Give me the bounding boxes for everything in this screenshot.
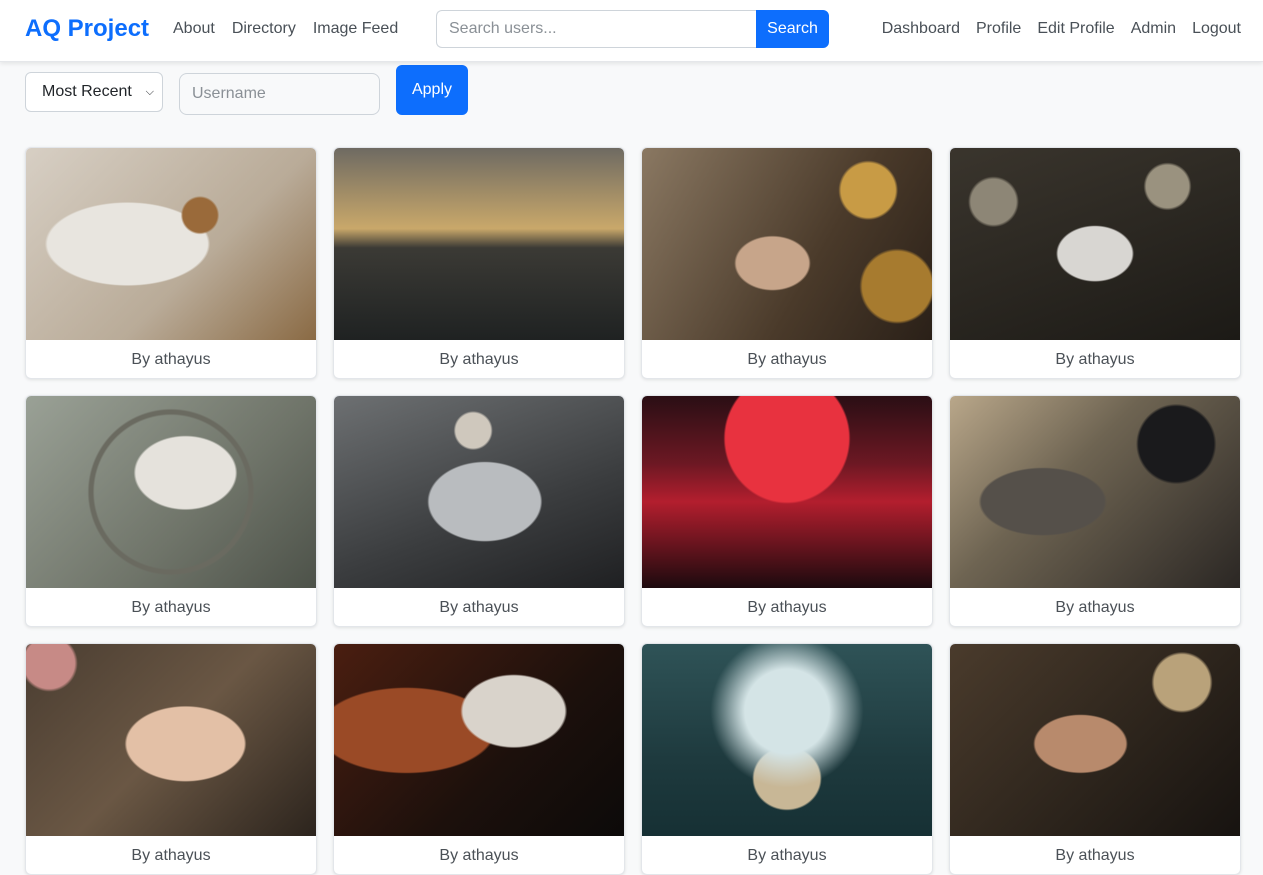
image-card[interactable]: By athayus [949,643,1241,875]
nav-link-dashboard[interactable]: Dashboard [882,18,960,40]
image-caption: By athayus [131,599,211,616]
nav-link-profile[interactable]: Profile [976,18,1021,40]
user-search-form: Search [436,10,829,48]
image-thumbnail[interactable] [26,396,316,588]
image-card[interactable]: By athayus [641,147,933,379]
image-card[interactable]: By athayus [333,395,625,627]
image-card[interactable]: By athayus [333,643,625,875]
image-caption: By athayus [131,351,211,368]
nav-link-logout[interactable]: Logout [1192,18,1241,40]
image-thumbnail[interactable] [334,396,624,588]
nav-link-about[interactable]: About [173,18,215,40]
sort-order-select[interactable]: Most Recent ⌵ [25,72,163,112]
image-caption: By athayus [747,351,827,368]
image-thumbnail[interactable] [642,644,932,836]
search-users-input[interactable] [436,10,756,48]
image-card[interactable]: By athayus [25,147,317,379]
image-thumbnail[interactable] [334,644,624,836]
image-card[interactable]: By athayus [949,147,1241,379]
nav-right-links: Dashboard Profile Edit Profile Admin Log… [866,18,1241,40]
image-feed-grid: By athayus By athayus By athayus By atha… [25,147,1241,875]
image-card[interactable]: By athayus [25,643,317,875]
image-caption: By athayus [747,599,827,616]
image-thumbnail[interactable] [642,396,932,588]
nav-link-edit-profile[interactable]: Edit Profile [1037,18,1114,40]
sort-order-value: Most Recent [42,83,132,100]
image-caption: By athayus [439,599,519,616]
image-caption: By athayus [439,847,519,864]
brand-logo-link[interactable]: AQ Project [25,14,149,44]
username-filter-input[interactable] [179,73,380,115]
image-caption: By athayus [1055,599,1135,616]
image-thumbnail[interactable] [950,148,1240,340]
image-caption: By athayus [747,847,827,864]
nav-left-links: About Directory Image Feed [173,18,415,40]
image-card[interactable]: By athayus [641,395,933,627]
image-card[interactable]: By athayus [333,147,625,379]
apply-filter-button[interactable]: Apply [396,65,468,115]
image-card[interactable]: By athayus [949,395,1241,627]
image-thumbnail[interactable] [334,148,624,340]
image-thumbnail[interactable] [26,644,316,836]
nav-link-directory[interactable]: Directory [232,18,296,40]
image-card[interactable]: By athayus [25,395,317,627]
image-thumbnail[interactable] [642,148,932,340]
image-thumbnail[interactable] [950,396,1240,588]
image-thumbnail[interactable] [950,644,1240,836]
image-card[interactable]: By athayus [641,643,933,875]
image-caption: By athayus [131,847,211,864]
chevron-down-icon: ⌵ [145,85,154,98]
image-caption: By athayus [1055,847,1135,864]
top-navbar: AQ Project About Directory Image Feed Se… [0,0,1263,62]
nav-link-admin[interactable]: Admin [1131,18,1176,40]
search-button[interactable]: Search [756,10,829,48]
image-caption: By athayus [1055,351,1135,368]
nav-link-image-feed[interactable]: Image Feed [313,18,398,40]
image-thumbnail[interactable] [26,148,316,340]
image-caption: By athayus [439,351,519,368]
